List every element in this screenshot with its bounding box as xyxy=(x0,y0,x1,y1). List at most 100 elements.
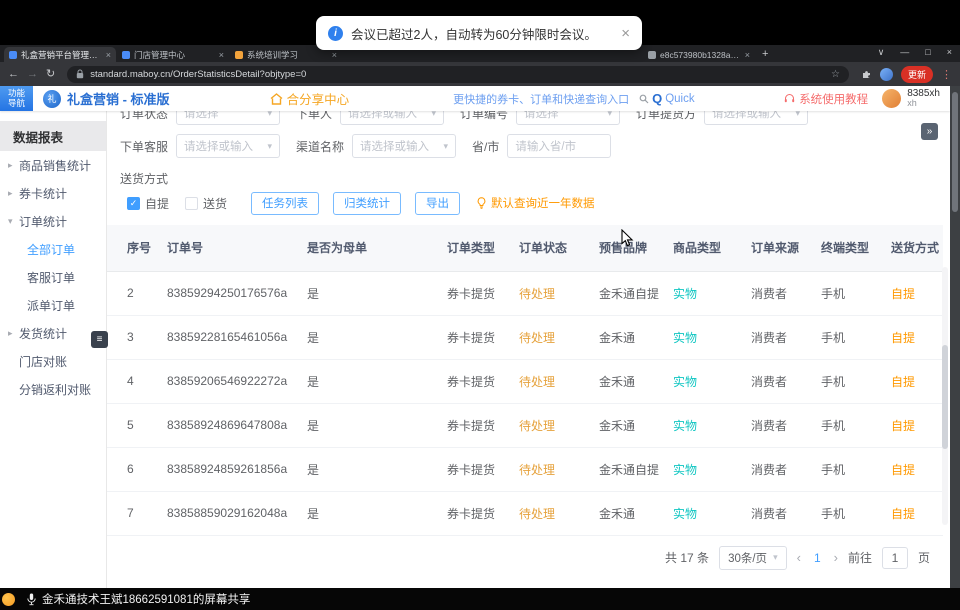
user-avatar[interactable] xyxy=(882,89,901,108)
filter-select[interactable]: 请选择或输入 ▾ xyxy=(340,111,444,125)
nav-btn-line2: 导航 xyxy=(8,99,25,109)
filter-label: 省/市 xyxy=(472,138,499,155)
forward-icon[interactable]: → xyxy=(27,69,38,80)
sidebar-menu: ▸ 商品销售统计 ▸ 券卡统计 ▾ 订单统计 全部订单 客服订单 派单订单 ▸ … xyxy=(0,151,106,403)
sidebar-section-title: 数据报表 xyxy=(0,121,106,151)
filter-select[interactable]: 请选择 ▾ xyxy=(516,111,620,125)
table-row[interactable]: 2 83859294250176576a 是 券卡提货 待处理 金禾通自提 实物… xyxy=(107,271,943,315)
chrome-update-button[interactable]: 更新 xyxy=(901,66,933,83)
table-row[interactable]: 4 83859206546922272a 是 券卡提货 待处理 金禾通 实物 消… xyxy=(107,359,943,403)
quick-link[interactable]: Q Quick xyxy=(639,91,695,106)
cell-order-status: 待处理 xyxy=(511,447,591,491)
chevron-down-icon: ▾ xyxy=(608,111,613,119)
table-row[interactable]: 5 83858924869647808a 是 券卡提货 待处理 金禾通 实物 消… xyxy=(107,403,943,447)
sidebar-item[interactable]: 门店对账 xyxy=(0,347,106,375)
tutorial-link[interactable]: 系统使用教程 xyxy=(784,91,868,107)
browser-tab[interactable]: e8c573980b1328a258fd2e6 × xyxy=(643,47,755,62)
sidebar-item[interactable]: ▸ 商品销售统计 xyxy=(0,151,106,179)
chevron-down-icon: ▾ xyxy=(796,111,801,119)
tab-close-icon[interactable]: × xyxy=(745,50,750,60)
filter-placeholder: 请选择或输入 xyxy=(712,111,795,121)
url-bar[interactable]: standard.maboy.cn/OrderStatisticsDetail?… xyxy=(67,66,849,83)
cell-order-status: 待处理 xyxy=(511,271,591,315)
chevron-down-icon: ▾ xyxy=(444,141,449,152)
bookmark-star-icon[interactable]: ☆ xyxy=(831,69,840,80)
browser-tab[interactable]: 礼盒营销平台管理中心 × xyxy=(4,47,116,62)
sidebar-item[interactable]: ▾ 订单统计 xyxy=(0,207,106,235)
sidebar-item[interactable]: 全部订单 xyxy=(0,235,106,263)
taskbar-app-icon[interactable] xyxy=(2,593,15,606)
tab-title: 门店管理中心 xyxy=(134,49,215,61)
table-scrollbar[interactable] xyxy=(942,267,948,525)
cell-order-no: 83858924869647808a xyxy=(159,403,299,447)
maximize-button[interactable]: □ xyxy=(925,47,930,58)
filter-select[interactable]: 请选择或输入 ▾ xyxy=(704,111,808,125)
current-page-number[interactable]: 1 xyxy=(811,551,824,565)
function-nav-button[interactable]: 功能 导航 xyxy=(0,86,33,111)
tab-close-icon[interactable]: × xyxy=(219,50,224,60)
prev-page-button[interactable]: ‹ xyxy=(797,550,801,565)
checkbox-checked-icon: ✓ xyxy=(127,197,140,210)
filter-select[interactable]: 请输入省/市 xyxy=(507,134,611,158)
back-icon[interactable]: ← xyxy=(8,69,19,80)
sidebar-item-label: 券卡统计 xyxy=(19,185,67,202)
page-size-select[interactable]: 30条/页 ▾ xyxy=(719,546,787,570)
browser-toolbar: ← → ↻ standard.maboy.cn/OrderStatisticsD… xyxy=(0,62,960,86)
cell-is-parent: 是 xyxy=(299,359,439,403)
table-row[interactable]: 6 83858924859261856a 是 券卡提货 待处理 金禾通自提 实物… xyxy=(107,447,943,491)
goto-page-input[interactable] xyxy=(882,547,908,569)
brand-logo-icon: 礼 xyxy=(43,90,61,108)
filter-row-1: 订单状态 请选择 ▾ 下单人 请选择或输入 ▾ 订单编号 请选择 ▾ 订单提货方… xyxy=(120,111,950,125)
sidebar-item[interactable]: 客服订单 xyxy=(0,263,106,291)
next-page-button[interactable]: › xyxy=(834,550,838,565)
promo-text[interactable]: 更快捷的券卡、订单和快递查询入口 xyxy=(453,91,629,107)
tab-close-icon[interactable]: × xyxy=(106,50,111,60)
close-window-button[interactable]: × xyxy=(947,47,952,58)
toast-close-icon[interactable]: × xyxy=(621,26,630,41)
export-button[interactable]: 导出 xyxy=(415,192,460,215)
checkbox-delivery[interactable]: 送货 xyxy=(185,195,227,212)
table-row[interactable]: 7 83858859029162048a 是 券卡提货 待处理 金禾通 实物 消… xyxy=(107,491,943,535)
collapse-filters-button[interactable]: » xyxy=(921,123,938,140)
main-content: 订单状态 请选择 ▾ 下单人 请选择或输入 ▾ 订单编号 请选择 ▾ 订单提货方… xyxy=(107,111,950,588)
tab-close-icon[interactable]: × xyxy=(332,50,337,60)
cell-is-parent: 是 xyxy=(299,315,439,359)
cell-seq: 4 xyxy=(107,359,159,403)
filter-placeholder: 请选择或输入 xyxy=(348,111,431,121)
new-tab-button[interactable]: + xyxy=(762,49,768,60)
floating-menu-widget[interactable]: ≡ xyxy=(91,331,108,348)
sidebar-item[interactable]: ▸ 券卡统计 xyxy=(0,179,106,207)
filter-select[interactable]: 请选择 ▾ xyxy=(176,111,280,125)
cell-brand: 金禾通 xyxy=(591,315,665,359)
hint-bulb-icon xyxy=(476,197,487,209)
browser-menu-icon[interactable]: ⋮ xyxy=(941,68,952,81)
minimize-button[interactable]: — xyxy=(900,47,909,58)
checkbox-self-pickup[interactable]: ✓ 自提 xyxy=(127,195,169,212)
browser-scrollbar-thumb[interactable] xyxy=(952,92,958,212)
task-list-button[interactable]: 任务列表 xyxy=(251,192,319,215)
reload-icon[interactable]: ↻ xyxy=(46,69,55,80)
table-scrollbar-thumb[interactable] xyxy=(942,345,948,449)
filter-placeholder: 请选择 xyxy=(184,111,267,121)
share-center-link[interactable]: 合分享中心 xyxy=(270,89,350,108)
table-row[interactable]: 3 83859228165461056a 是 券卡提货 待处理 金禾通 实物 消… xyxy=(107,315,943,359)
filter-field: 渠道名称 请选择或输入 ▾ xyxy=(296,134,456,158)
delivery-method-label: 送货方式 xyxy=(120,170,950,187)
category-stats-button[interactable]: 归类统计 xyxy=(333,192,401,215)
browser-scrollbar[interactable] xyxy=(950,86,960,588)
filter-select[interactable]: 请选择或输入 ▾ xyxy=(352,134,456,158)
browser-tab[interactable]: 门店管理中心 × xyxy=(117,47,229,62)
column-header: 终端类型 xyxy=(813,225,883,271)
cell-goods-type: 实物 xyxy=(665,271,743,315)
checkbox-delivery-label: 送货 xyxy=(203,195,227,212)
screen-share-label: 金禾通技术王斌18662591081的屏幕共享 xyxy=(42,591,250,607)
filter-select[interactable]: 请选择或输入 ▾ xyxy=(176,134,280,158)
cell-seq: 3 xyxy=(107,315,159,359)
sidebar-item[interactable]: 派单订单 xyxy=(0,291,106,319)
extensions-icon[interactable] xyxy=(861,69,872,80)
sidebar-item[interactable]: 分销返利对账 xyxy=(0,375,106,403)
url-text: standard.maboy.cn/OrderStatisticsDetail?… xyxy=(90,69,825,80)
share-center-label: 合分享中心 xyxy=(287,89,350,108)
browser-profile-avatar[interactable] xyxy=(880,68,893,81)
tab-search-icon[interactable]: ∨ xyxy=(878,47,885,58)
